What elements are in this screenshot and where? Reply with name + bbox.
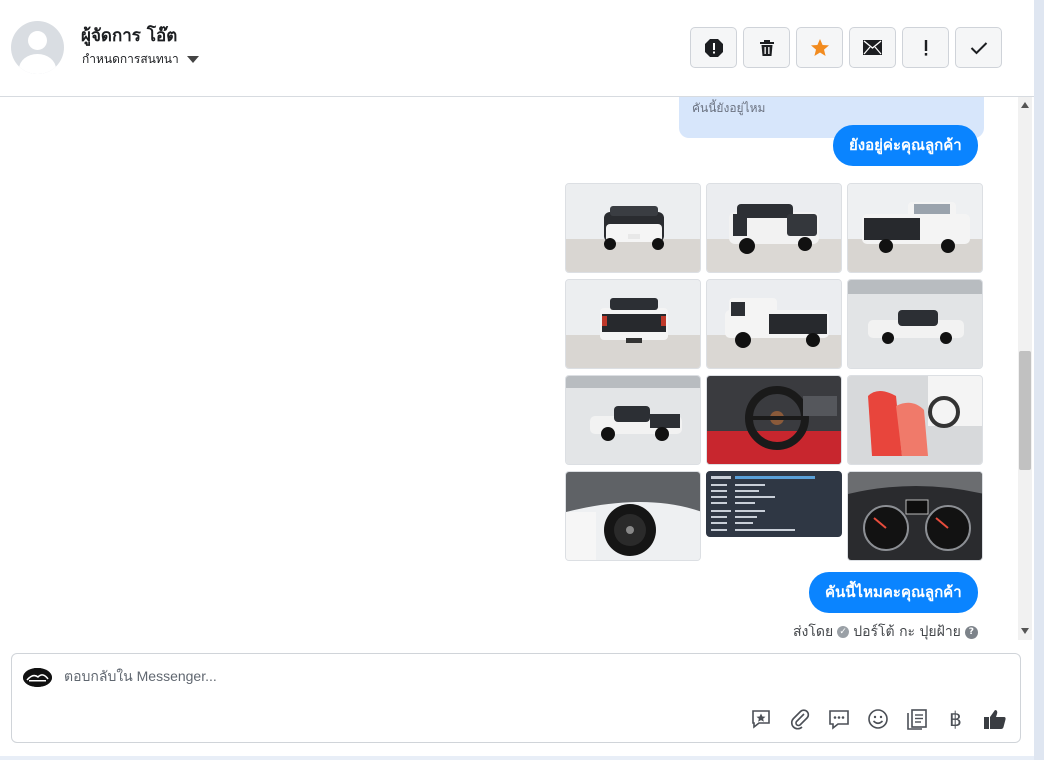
- conversation-header: ผู้จัดการ โอ๊ต กำหนดการสนทนา: [0, 0, 1034, 97]
- attach-icon: [790, 708, 809, 729]
- like-icon: [983, 709, 1006, 729]
- emoji-icon: [867, 708, 888, 729]
- star-button[interactable]: [796, 27, 843, 68]
- car-gauges-photo[interactable]: [847, 471, 983, 561]
- saved-reply-icon: [751, 709, 770, 729]
- car-steering-photo[interactable]: [706, 375, 842, 465]
- like-button[interactable]: [982, 706, 1007, 731]
- header-toolbar: [690, 27, 1002, 68]
- message-bubble[interactable]: คันนี้ไหมคะคุณลูกค้า: [809, 572, 978, 613]
- car-seats-photo[interactable]: [847, 375, 983, 465]
- sent-by-label: ส่งโดย: [793, 624, 834, 640]
- saved-reply-button[interactable]: [748, 706, 773, 731]
- help-icon[interactable]: ?: [964, 625, 978, 639]
- caret-down-icon: [186, 56, 199, 63]
- quoted-message-text: คันนี้ยังอยู่ไหม: [692, 101, 766, 115]
- sent-by-name: ปอร์โต้ กะ ปุยฝ้าย: [853, 624, 961, 640]
- baht-icon: ฿: [949, 706, 962, 731]
- contact-name: ผู้จัดการ โอ๊ต: [81, 26, 178, 46]
- emoji-button[interactable]: [865, 706, 890, 731]
- car-side-photo[interactable]: [847, 279, 983, 369]
- delete-button[interactable]: [743, 27, 790, 68]
- scroll-thumb[interactable]: [1019, 351, 1031, 470]
- car-wheel-photo[interactable]: [565, 471, 701, 561]
- star-icon: [810, 38, 829, 56]
- car-front-angle-photo[interactable]: [706, 183, 842, 273]
- composer-toolbar: ฿: [748, 706, 1007, 731]
- done-button[interactable]: [955, 27, 1002, 68]
- trash-icon: [759, 39, 774, 56]
- page-avatar: [23, 668, 52, 687]
- schedule-dropdown[interactable]: กำหนดการสนทนา: [82, 50, 199, 69]
- car-rear-angle-photo[interactable]: [847, 183, 983, 273]
- attach-button[interactable]: [787, 706, 812, 731]
- scroll-down-icon[interactable]: [1021, 628, 1029, 634]
- notes-icon: [906, 708, 927, 730]
- report-button[interactable]: [690, 27, 737, 68]
- mail-button[interactable]: [849, 27, 896, 68]
- comment-button[interactable]: [826, 706, 851, 731]
- important-icon: [924, 39, 927, 56]
- car-side-left-photo[interactable]: [565, 375, 701, 465]
- report-icon: [704, 38, 723, 57]
- sent-by-line: ส่งโดย ✓ ปอร์โต้ กะ ปุยฝ้าย ?: [793, 621, 978, 640]
- important-button[interactable]: [902, 27, 949, 68]
- reply-composer: ฿: [11, 653, 1021, 743]
- verified-icon: ✓: [837, 626, 850, 638]
- mail-icon: [863, 40, 882, 55]
- car-rear-photo[interactable]: [565, 279, 701, 369]
- payment-button[interactable]: ฿: [943, 706, 968, 731]
- car-info-card-photo[interactable]: [706, 471, 842, 537]
- car-rear-side-photo[interactable]: [706, 279, 842, 369]
- conversation-panel: ผู้จัดการ โอ๊ต กำหนดการสนทนา คันนี้ยังอย…: [0, 0, 1034, 756]
- message-scrollbar[interactable]: [1018, 97, 1032, 640]
- scroll-up-icon[interactable]: [1021, 102, 1029, 108]
- message-bubble[interactable]: ยังอยู่ค่ะคุณลูกค้า: [833, 125, 978, 166]
- window-edge: [1034, 0, 1044, 760]
- car-front-photo[interactable]: [565, 183, 701, 273]
- message-list[interactable]: คันนี้ยังอยู่ไหม ยังอยู่ค่ะคุณลูกค้า คัน…: [0, 97, 1018, 640]
- notes-button[interactable]: [904, 706, 929, 731]
- schedule-label: กำหนดการสนทนา: [82, 52, 179, 66]
- avatar[interactable]: [11, 21, 64, 74]
- check-icon: [970, 41, 987, 54]
- reply-input[interactable]: [64, 668, 664, 684]
- comment-icon: [828, 709, 849, 730]
